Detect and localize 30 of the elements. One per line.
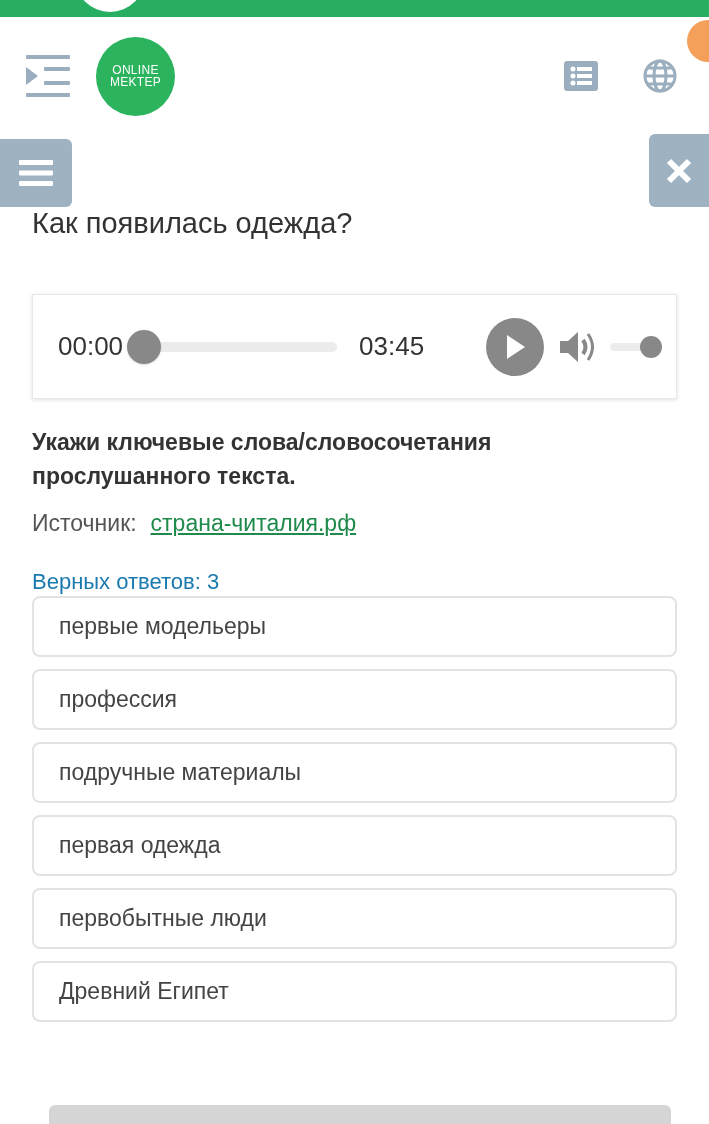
answer-option[interactable]: первая одежда	[32, 814, 677, 876]
globe-icon[interactable]	[643, 59, 677, 93]
current-time: 00:00	[58, 330, 124, 363]
logo-text: MEKTEP	[109, 76, 162, 88]
logo-text: ONLINE	[112, 64, 159, 76]
play-button[interactable]	[486, 317, 544, 376]
volume-slider[interactable]	[610, 335, 662, 358]
answer-option[interactable]: первобытные люди	[32, 887, 677, 949]
correct-answers-count: Верных ответов: 3	[32, 567, 221, 596]
answer-option[interactable]: Древний Египет	[32, 960, 677, 1022]
volume-thumb[interactable]	[640, 335, 662, 358]
task-instruction: Укажи ключевые слова/словосочетания прослушанного текста.	[32, 428, 493, 491]
list-icon[interactable]	[564, 61, 598, 91]
volume-icon[interactable]	[560, 329, 596, 364]
source-link[interactable]: страна-читалия.рф	[150, 506, 357, 541]
close-button[interactable]	[649, 134, 709, 207]
close-icon	[666, 157, 692, 184]
menu-button[interactable]	[0, 139, 72, 207]
question-title: Как появилась одежда?	[32, 206, 354, 241]
play-icon	[505, 334, 525, 359]
indent-menu-icon[interactable]	[26, 55, 70, 97]
answer-option[interactable]: профессия	[32, 668, 677, 730]
progress-thumb[interactable]	[127, 329, 162, 364]
menu-icon	[19, 160, 53, 186]
progress-slider[interactable]	[127, 329, 338, 364]
floating-widget-icon[interactable]	[687, 20, 709, 62]
answer-option[interactable]: подручные материалы	[32, 741, 677, 803]
source-label: Источник:	[32, 509, 137, 538]
answer-option[interactable]: первые модельеры	[32, 595, 677, 657]
duration-time: 03:45	[359, 330, 425, 363]
